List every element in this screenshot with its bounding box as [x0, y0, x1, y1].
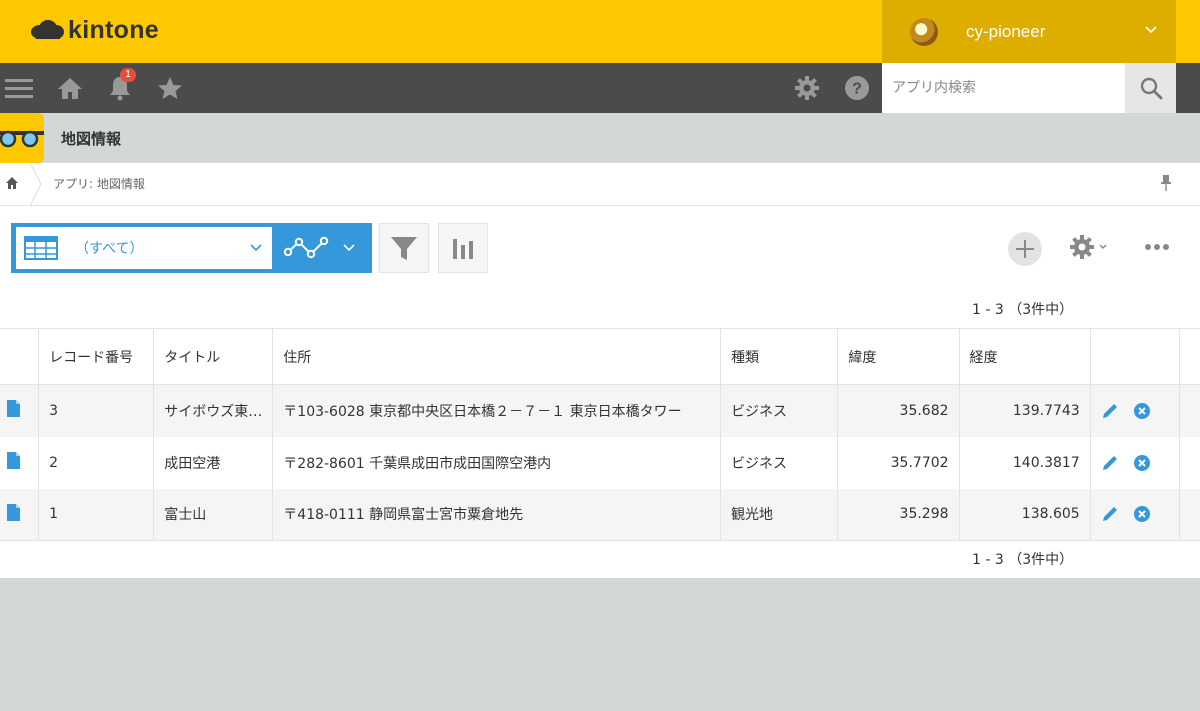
table-view-icon — [24, 236, 58, 260]
user-menu[interactable]: cy-pioneer — [882, 0, 1176, 63]
plus-icon — [1016, 240, 1034, 258]
line-graph-icon — [283, 236, 329, 259]
record-list-table: レコード番号 タイトル 住所 種類 緯度 経度 3 サイボウズ東… 〒103-6… — [0, 328, 1200, 541]
user-avatar — [910, 17, 938, 46]
svg-text:?: ? — [852, 81, 862, 98]
cell-actions — [1089, 488, 1180, 541]
header-record-number[interactable]: レコード番号 — [38, 328, 154, 385]
notification-badge: 1 — [120, 68, 136, 82]
chevron-down-icon — [250, 244, 262, 252]
chevron-down-icon — [343, 244, 355, 252]
breadcrumb-app-link[interactable]: アプリ: 地図情報 — [53, 175, 145, 192]
search-button[interactable] — [1125, 63, 1176, 113]
home-icon[interactable] — [5, 176, 19, 190]
more-dot-icon — [1145, 244, 1151, 250]
delete-icon[interactable] — [1133, 454, 1151, 472]
chevron-down-icon — [1145, 26, 1157, 34]
cell-title: サイボウズ東… — [153, 384, 273, 437]
breadcrumb-separator — [29, 163, 42, 206]
record-detail-link[interactable] — [0, 384, 39, 437]
kintone-logo[interactable]: kintone — [30, 14, 159, 46]
help-icon[interactable]: ? — [843, 63, 871, 113]
cell-title: 富士山 — [153, 488, 273, 541]
cell-record-number: 2 — [38, 436, 154, 489]
document-icon — [7, 452, 20, 469]
app-title: 地図情報 — [61, 130, 122, 148]
cell-title: 成田空港 — [153, 436, 273, 489]
app-settings-button[interactable] — [1069, 234, 1108, 260]
header-longitude[interactable]: 経度 — [958, 328, 1091, 385]
star-icon[interactable] — [156, 63, 184, 113]
cell-record-number: 3 — [38, 384, 154, 437]
delete-icon[interactable] — [1133, 505, 1151, 523]
cell-type: ビジネス — [720, 384, 838, 437]
app-search-input[interactable] — [882, 63, 1125, 113]
record-detail-link[interactable] — [0, 437, 39, 489]
gear-icon — [1070, 235, 1094, 259]
logo-text: kintone — [68, 15, 159, 44]
cell-record-number: 1 — [38, 488, 154, 541]
cell-type: 観光地 — [720, 488, 838, 541]
app-search-box — [882, 63, 1125, 113]
edit-pencil-icon[interactable] — [1101, 505, 1119, 523]
document-icon — [7, 503, 20, 521]
menu-icon[interactable] — [4, 63, 34, 113]
cell-spacer — [1178, 384, 1200, 437]
view-selector-label: （すべて） — [75, 241, 144, 257]
cell-longitude: 140.3817 — [958, 436, 1091, 489]
logo-cloud-icon — [31, 20, 64, 39]
table-header-row: レコード番号 タイトル 住所 種類 緯度 経度 — [0, 328, 1200, 385]
delete-icon[interactable] — [1133, 402, 1151, 420]
header-address[interactable]: 住所 — [272, 328, 721, 385]
cell-address: 〒282-8601 千葉県成田市成田国際空港内 — [272, 436, 721, 489]
pager-top: 1 - 3 （3件中） — [972, 302, 1074, 318]
pager-bottom: 1 - 3 （3件中） — [972, 552, 1074, 568]
glasses-icon — [0, 130, 44, 148]
table-row: 2 成田空港 〒282-8601 千葉県成田市成田国際空港内 ビジネス 35.7… — [0, 436, 1200, 489]
pin-icon[interactable] — [1160, 174, 1172, 192]
cell-latitude: 35.298 — [837, 488, 960, 541]
more-dot-icon — [1154, 244, 1160, 250]
header-latitude[interactable]: 緯度 — [837, 328, 960, 385]
header-title[interactable]: タイトル — [153, 328, 273, 385]
cell-type: ビジネス — [720, 436, 838, 489]
chart-button[interactable] — [438, 223, 488, 273]
cell-address: 〒103-6028 東京都中央区日本橋２－７－１ 東京日本橋タワー — [272, 384, 721, 437]
app-title-bar — [0, 113, 1200, 163]
record-detail-link[interactable] — [0, 488, 39, 541]
cell-address: 〒418-0111 静岡県富士宮市粟倉地先 — [272, 488, 721, 541]
edit-pencil-icon[interactable] — [1101, 454, 1119, 472]
cell-latitude: 35.682 — [837, 384, 960, 437]
table-row: 3 サイボウズ東… 〒103-6028 東京都中央区日本橋２－７－１ 東京日本橋… — [0, 384, 1200, 437]
header-type[interactable]: 種類 — [720, 328, 838, 385]
cell-spacer — [1178, 436, 1200, 489]
cell-longitude: 138.605 — [958, 488, 1091, 541]
cell-longitude: 139.7743 — [958, 384, 1091, 437]
cell-spacer — [1178, 488, 1200, 541]
more-options-button[interactable] — [1145, 244, 1169, 250]
header-cell-icon — [0, 328, 39, 385]
breadcrumb — [0, 163, 1200, 206]
table-row: 1 富士山 〒418-0111 静岡県富士宮市粟倉地先 観光地 35.298 1… — [0, 488, 1200, 541]
edit-pencil-icon[interactable] — [1101, 402, 1119, 420]
user-name: cy-pioneer — [966, 21, 1046, 41]
more-dot-icon — [1163, 244, 1169, 250]
document-icon — [7, 400, 20, 418]
cell-latitude: 35.7702 — [837, 436, 960, 489]
header-actions — [1089, 328, 1180, 385]
filter-icon — [391, 237, 417, 260]
app-icon[interactable] — [0, 113, 44, 163]
add-record-button[interactable] — [1008, 232, 1042, 266]
cell-actions — [1089, 436, 1180, 489]
header-spacer — [1178, 328, 1200, 385]
chevron-down-icon — [1099, 244, 1107, 249]
home-icon[interactable] — [55, 63, 85, 113]
cell-actions — [1089, 384, 1180, 437]
search-icon — [1140, 77, 1162, 100]
filter-button[interactable] — [379, 223, 429, 273]
gear-icon[interactable] — [792, 63, 822, 113]
bar-chart-icon — [453, 239, 473, 259]
